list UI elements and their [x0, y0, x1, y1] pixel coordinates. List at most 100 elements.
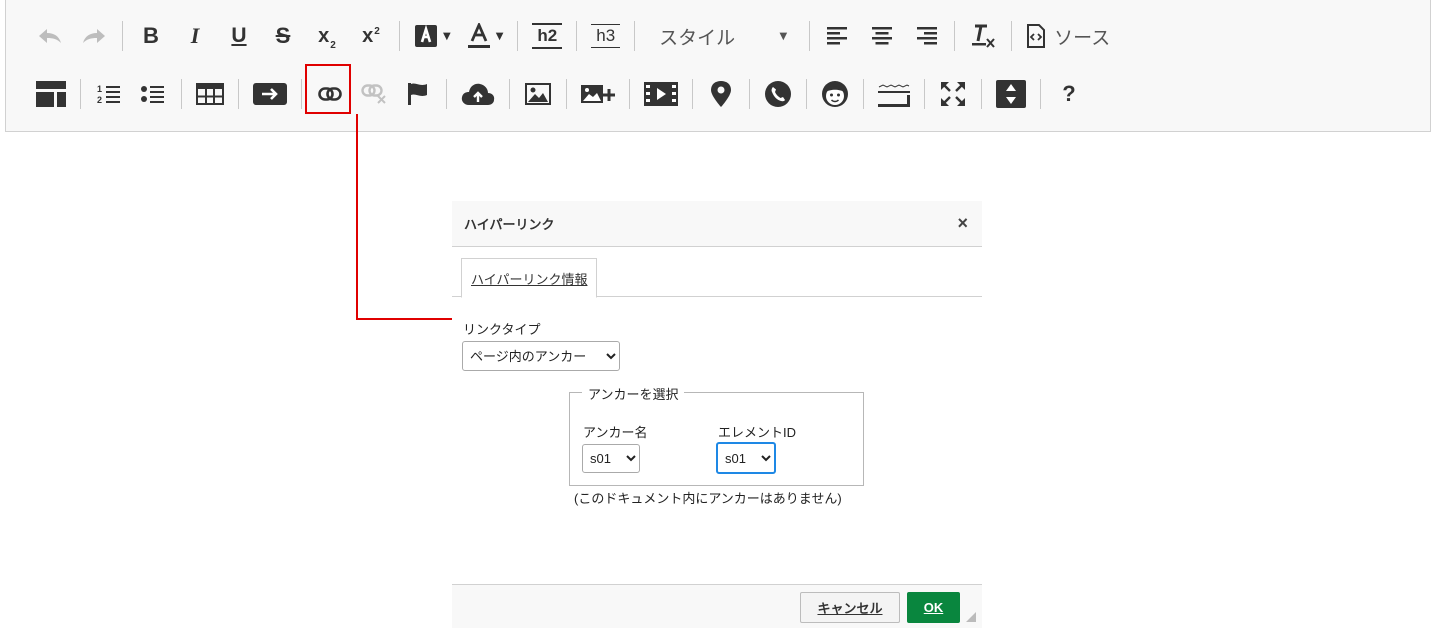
toolbar-separator	[809, 21, 811, 51]
toolbar-separator	[692, 79, 693, 109]
horizontal-rule-button[interactable]	[878, 76, 910, 112]
strikethrough-icon: S	[275, 23, 291, 48]
element-id-select[interactable]: s01	[716, 442, 776, 474]
template-icon	[36, 81, 66, 107]
image-add-button[interactable]	[581, 76, 615, 112]
flag-icon	[408, 83, 427, 105]
close-icon[interactable]: ×	[957, 213, 968, 234]
undo-button[interactable]	[36, 18, 64, 54]
background-color-button[interactable]: ▼	[414, 18, 451, 54]
italic-button[interactable]: I	[181, 18, 209, 54]
callout-connector-horizontal	[356, 318, 452, 320]
italic-icon: I	[190, 23, 200, 48]
face-icon	[822, 81, 848, 107]
bulleted-list-icon	[141, 86, 164, 103]
toolbar-separator	[301, 79, 302, 109]
image-icon	[525, 83, 551, 105]
emoji-button[interactable]	[821, 76, 849, 112]
strikethrough-button[interactable]: S	[269, 18, 297, 54]
link-type-label: リンクタイプ	[463, 322, 541, 337]
background-color-icon	[415, 24, 437, 47]
align-right-button[interactable]	[912, 18, 940, 54]
anchor-name-select[interactable]: s01	[582, 444, 640, 473]
toolbar-separator	[954, 21, 956, 51]
image-button[interactable]	[524, 76, 552, 112]
map-button[interactable]	[707, 76, 735, 112]
unlink-button[interactable]	[360, 76, 388, 112]
video-icon	[644, 82, 678, 106]
underline-button[interactable]: U	[225, 18, 253, 54]
upload-button[interactable]	[461, 76, 495, 112]
editor-toolbar: B I U S x2 x2 ▼ ▼ h2 h3 スタイル ▼ ソース 1 2 ?	[5, 0, 1431, 132]
source-button[interactable]: ソース	[1026, 18, 1110, 54]
toolbar-separator	[446, 79, 447, 109]
subscript-icon: x2	[318, 24, 336, 51]
link-button-highlight	[305, 64, 351, 114]
toolbar-separator	[509, 79, 510, 109]
align-right-icon	[917, 27, 938, 45]
heading2-button[interactable]: h2	[532, 18, 563, 54]
subscript-button[interactable]: x2	[313, 18, 341, 54]
redo-button[interactable]	[80, 18, 108, 54]
ok-button[interactable]: OK	[907, 592, 960, 623]
toolbar-separator	[863, 79, 864, 109]
toolbar-separator	[1040, 79, 1041, 109]
svg-text:1: 1	[97, 84, 102, 94]
numbered-list-icon: 12	[97, 84, 120, 105]
cancel-button[interactable]: キャンセル	[800, 592, 900, 623]
heading3-button[interactable]: h3	[591, 18, 621, 54]
remove-format-button[interactable]	[969, 18, 997, 54]
toolbar-separator	[1011, 21, 1013, 51]
callout-connector-vertical	[356, 114, 358, 320]
table-button[interactable]	[196, 76, 224, 112]
numbered-list-button[interactable]: 12	[95, 76, 123, 112]
toolbar-separator	[576, 21, 578, 51]
resize-vertical-icon	[996, 80, 1026, 108]
toolbar-separator	[634, 21, 636, 51]
heading3-icon: h3	[591, 24, 621, 48]
remove-format-icon	[972, 24, 995, 48]
toolbar-row-2: 12 ?	[28, 64, 1091, 114]
unlink-icon	[361, 84, 386, 104]
anchor-button[interactable]	[404, 76, 432, 112]
arrow-button-icon	[253, 83, 287, 105]
template-button[interactable]	[36, 76, 66, 112]
maximize-button[interactable]	[939, 76, 967, 112]
dialog-title: ハイパーリンク	[464, 217, 555, 232]
anchor-name-label: アンカー名	[583, 425, 648, 440]
align-left-button[interactable]	[824, 18, 852, 54]
tab-hyperlink-info[interactable]: ハイパーリンク情報	[461, 258, 598, 298]
svg-text:2: 2	[97, 95, 102, 105]
bold-icon: B	[143, 23, 159, 48]
help-button[interactable]: ?	[1055, 76, 1083, 112]
toolbar-separator	[806, 79, 807, 109]
phone-button[interactable]	[764, 76, 792, 112]
chevron-down-icon: ▼	[443, 30, 451, 42]
button-insert-button[interactable]	[253, 76, 287, 112]
align-center-button[interactable]	[868, 18, 896, 54]
toolbar-row-1: B I U S x2 x2 ▼ ▼ h2 h3 スタイル ▼ ソース	[28, 16, 1118, 56]
redo-icon	[83, 29, 105, 43]
table-icon	[196, 83, 224, 105]
superscript-button[interactable]: x2	[357, 18, 385, 54]
toolbar-separator	[981, 79, 982, 109]
style-dropdown-label: スタイル	[659, 26, 736, 49]
style-dropdown[interactable]: スタイル ▼	[649, 18, 795, 54]
cloud-upload-icon	[461, 83, 495, 105]
text-color-button[interactable]: ▼	[467, 18, 503, 54]
toolbar-separator	[517, 21, 519, 51]
toolbar-separator	[399, 21, 400, 51]
link-type-select[interactable]: ページ内のアンカー	[462, 341, 620, 371]
dialog-tab-bar: ハイパーリンク情報	[452, 247, 982, 298]
map-pin-icon	[711, 81, 731, 107]
text-color-icon	[467, 23, 490, 48]
link-button[interactable]	[305, 64, 351, 114]
video-button[interactable]	[644, 76, 678, 112]
show-blocks-button[interactable]	[996, 76, 1026, 112]
bold-button[interactable]: B	[137, 18, 165, 54]
toolbar-separator	[629, 79, 630, 109]
bulleted-list-button[interactable]	[139, 76, 167, 112]
resize-handle-icon[interactable]	[966, 612, 976, 622]
maximize-icon	[941, 82, 965, 106]
source-button-label: ソース	[1054, 26, 1111, 49]
